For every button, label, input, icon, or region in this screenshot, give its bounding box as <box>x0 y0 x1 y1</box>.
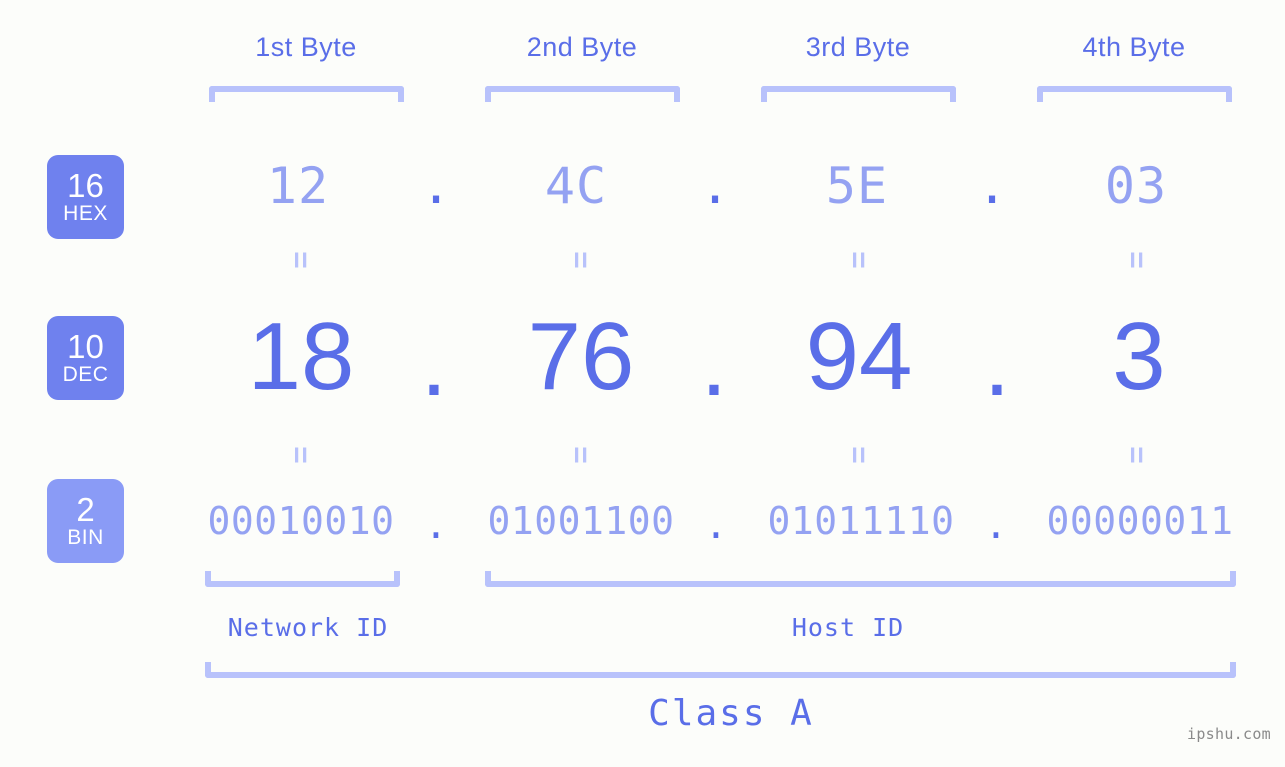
bin-separator-3: . <box>984 503 1008 547</box>
dec-separator-3: . <box>983 309 1011 416</box>
base-badge-hex: 16 HEX <box>47 155 124 239</box>
host-id-bracket <box>485 571 1236 587</box>
dec-separator-1: . <box>420 309 448 416</box>
host-id-label: Host ID <box>791 613 905 642</box>
dec-byte-4: 3 <box>1112 303 1166 410</box>
base-badge-dec: 10 DEC <box>47 316 124 400</box>
bin-byte-1: 00010010 <box>207 499 395 543</box>
byte-header-2: 2nd Byte <box>526 32 638 62</box>
bin-separator-2: . <box>704 503 728 547</box>
equality-marker-hex-dec-3: = <box>842 251 875 269</box>
dec-byte-3: 94 <box>805 303 913 410</box>
bin-separator-1: . <box>424 503 448 547</box>
hex-separator-2: . <box>699 157 731 215</box>
hex-separator-3: . <box>976 157 1008 215</box>
base-badge-bin-number: 2 <box>76 491 95 528</box>
hex-separator-1: . <box>420 157 452 215</box>
dec-byte-1: 18 <box>247 303 355 410</box>
equality-marker-dec-bin-1: = <box>284 446 317 464</box>
dec-separator-2: . <box>700 309 728 416</box>
class-label: Class A <box>648 693 814 734</box>
hex-byte-4: 03 <box>1104 157 1168 215</box>
base-badge-bin-name: BIN <box>67 526 104 549</box>
byte-bracket-1 <box>209 86 404 102</box>
base-badge-hex-name: HEX <box>63 202 108 225</box>
hex-byte-1: 12 <box>266 157 330 215</box>
base-badge-dec-number: 10 <box>67 328 104 365</box>
base-badge-bin: 2 BIN <box>47 479 124 563</box>
byte-header-1: 1st Byte <box>255 32 357 62</box>
network-id-bracket <box>205 571 400 587</box>
equality-marker-hex-dec-4: = <box>1120 251 1153 269</box>
base-badge-dec-name: DEC <box>62 363 109 386</box>
byte-bracket-2 <box>485 86 680 102</box>
byte-bracket-3 <box>761 86 956 102</box>
hex-byte-2: 4C <box>544 157 608 215</box>
equality-marker-dec-bin-2: = <box>564 446 597 464</box>
base-badge-hex-number: 16 <box>67 167 104 204</box>
equality-marker-dec-bin-3: = <box>842 446 875 464</box>
byte-bracket-4 <box>1037 86 1232 102</box>
ip-breakdown-diagram: 1st Byte 2nd Byte 3rd Byte 4th Byte 16 H… <box>0 0 1285 767</box>
bin-byte-2: 01001100 <box>487 499 675 543</box>
equality-marker-dec-bin-4: = <box>1120 446 1153 464</box>
site-watermark: ipshu.com <box>1187 725 1271 743</box>
class-bracket <box>205 662 1236 678</box>
bin-byte-4: 00000011 <box>1046 499 1234 543</box>
equality-marker-hex-dec-2: = <box>564 251 597 269</box>
hex-byte-3: 5E <box>825 157 889 215</box>
bin-byte-3: 01011110 <box>767 499 955 543</box>
equality-marker-hex-dec-1: = <box>284 251 317 269</box>
dec-byte-2: 76 <box>527 303 635 410</box>
byte-header-3: 3rd Byte <box>805 32 911 62</box>
byte-header-4: 4th Byte <box>1082 32 1186 62</box>
network-id-label: Network ID <box>227 613 389 642</box>
